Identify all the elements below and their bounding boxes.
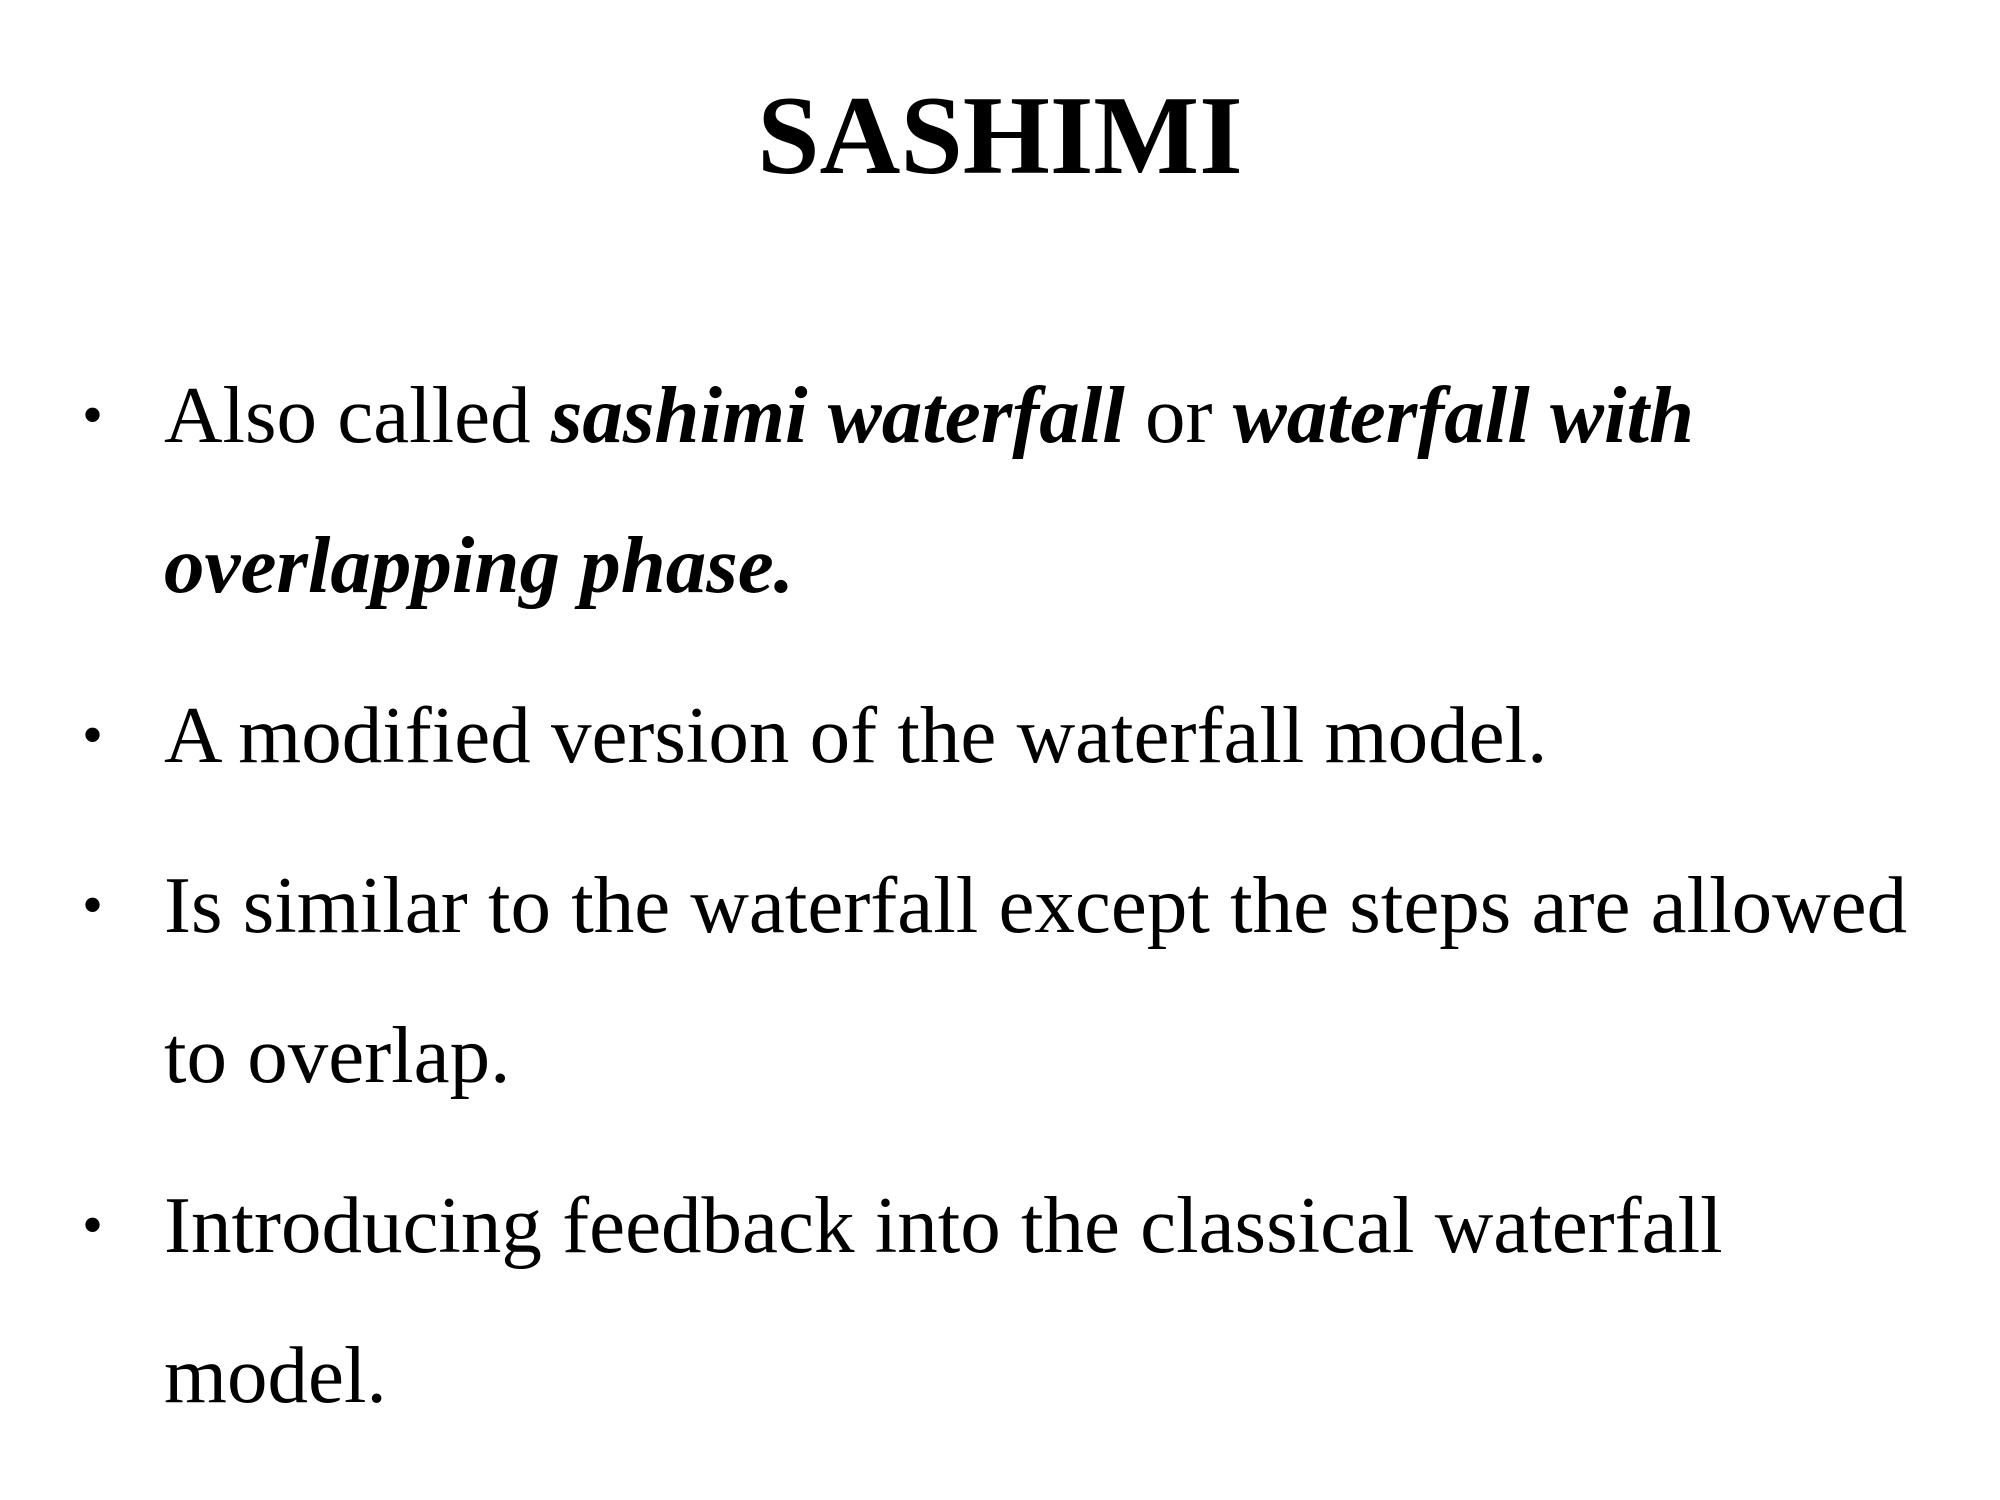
bullet-text: Introducing feedback into the classical … xyxy=(164,1180,1723,1420)
bullet-dot-icon: • xyxy=(82,872,104,938)
bullet-emphasis: sashimi waterfall xyxy=(550,370,1125,460)
bullet-list: • Also called sashimi waterfall or water… xyxy=(82,340,1962,1470)
bullet-item-4: • Introducing feedback into the classica… xyxy=(82,1150,1962,1450)
bullet-item-3: • Is similar to the waterfall except the… xyxy=(82,830,1962,1130)
bullet-dot-icon: • xyxy=(82,702,104,768)
slide: SASHIMI • Also called sashimi waterfall … xyxy=(0,0,2000,1500)
bullet-dot-icon: • xyxy=(82,1192,104,1258)
bullet-item-1: • Also called sashimi waterfall or water… xyxy=(82,340,1962,640)
bullet-item-2: • A modified version of the waterfall mo… xyxy=(82,660,1962,810)
bullet-text-part: or xyxy=(1124,370,1233,460)
slide-title: SASHIMI xyxy=(757,74,1243,198)
bullet-text: Is similar to the waterfall except the s… xyxy=(164,860,1908,1100)
bullet-text-part: Also called xyxy=(164,370,551,460)
bullet-dot-icon: • xyxy=(82,382,104,448)
bullet-text: A modified version of the waterfall mode… xyxy=(164,690,1548,780)
